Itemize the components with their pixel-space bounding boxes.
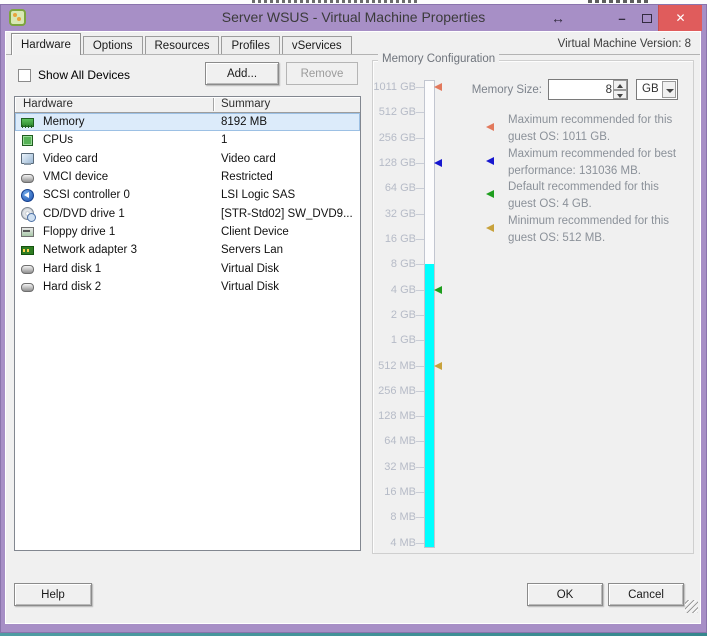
tick-label: 4 MB [390,536,416,549]
memory-note-text: Minimum recommended for this guest OS: 5… [508,215,670,245]
cancel-button[interactable]: Cancel [608,583,684,606]
tick-label: 64 GB [384,182,416,195]
memory-scale-tick-256-gb: 256 GB [368,131,425,145]
spin-up-button[interactable] [613,80,627,90]
memory-note: Maximum recommended for best performance… [486,146,686,180]
memory-scale-tick-16-mb: 16 MB [368,485,425,499]
tick-label: 16 GB [384,232,416,245]
minimize-button[interactable]: – [611,5,633,31]
tick-label: 128 MB [378,410,416,423]
tick-label: 16 MB [384,486,416,499]
memory-scale-tick-2-gb: 2 GB [368,308,425,322]
memory-size-spinner [548,79,628,100]
memory-size-input[interactable] [550,81,612,98]
memory-note-text: Default recommended for this guest OS: 4… [508,181,659,211]
tick-label: 64 MB [384,435,416,448]
memory-note-text: Maximum recommended for this guest OS: 1… [508,114,673,143]
memory-unit-value: GB [642,83,659,95]
memory-bar-fill [425,264,434,547]
memory-unit-select[interactable]: GB [636,79,678,100]
dialog-body: Hardware Options Resources Profiles vSer… [5,31,701,624]
tick-label: 8 GB [390,258,416,271]
memory-scale-tick-1-gb: 1 GB [368,333,425,347]
tick-label: 256 GB [378,131,416,144]
memory-note: Maximum recommended for this guest OS: 1… [486,112,686,146]
tick-label: 2 GB [390,308,416,321]
tick-label: 1011 GB [373,81,416,93]
chevron-down-icon[interactable] [662,81,676,98]
memory-scale-tick-64-gb: 64 GB [368,181,425,195]
vm-properties-dialog: Server WSUS - Virtual Machine Properties… [0,4,707,633]
memory-scale-tick-64-mb: 64 MB [368,434,425,448]
spin-down-button[interactable] [613,89,627,99]
memory-scale-tick-128-gb: 128 GB [368,156,425,170]
memory-marker-maximum-guest-os [434,83,442,91]
tick-label: 256 MB [378,384,416,397]
memory-scale-tick-4-mb: 4 MB [368,536,425,550]
tab-hardware[interactable]: Hardware [11,33,81,55]
memory-scale-tick-256-mb: 256 MB [368,384,425,398]
tick-label: 512 MB [378,359,416,372]
screen: Server WSUS - Virtual Machine Properties… [0,0,707,636]
memory-note-text: Maximum recommended for best performance… [508,147,677,177]
help-button[interactable]: Help [14,583,92,606]
close-button[interactable]: ✕ [658,5,702,31]
tab-label: Hardware [21,38,71,51]
tick-label: 8 MB [390,511,416,524]
window-title: Server WSUS - Virtual Machine Properties [221,9,486,25]
memory-scale-tick-512-gb: 512 GB [368,105,425,119]
memory-slider-track [424,80,435,548]
memory-scale-tick-16-gb: 16 GB [368,232,425,246]
memory-scale-tick-128-mb: 128 MB [368,409,425,423]
memory-scale-tick-8-mb: 8 MB [368,510,425,524]
tick-label: 32 MB [384,460,416,473]
maximize-icon [642,13,652,23]
tick-label: 1 GB [390,334,416,347]
vsphere-app-icon [9,9,26,26]
memory-scale-tick-32-mb: 32 MB [368,460,425,474]
tick-label: 128 GB [378,156,416,169]
memory-note: Default recommended for this guest OS: 4… [486,179,686,213]
memory-scale-tick-4-gb: 4 GB [368,283,425,297]
tick-label: 512 GB [378,106,416,119]
tick-label: 4 GB [390,283,416,296]
titlebar: Server WSUS - Virtual Machine Properties… [1,5,706,31]
memory-note: Minimum recommended for this guest OS: 5… [486,213,686,247]
memory-marker-maximum-performance [434,158,442,167]
memory-scale-tick-32-gb: 32 GB [368,207,425,221]
resize-icon[interactable]: ↔ [547,5,569,31]
tick-label: 32 GB [384,207,416,220]
memory-marker-default-guest-os [434,285,442,294]
spin-buttons [613,80,627,99]
ok-button[interactable]: OK [527,583,603,606]
memory-marker-minimum-guest-os [434,361,442,370]
memory-scale-tick-1011-gb: 1011 GB [368,80,425,94]
resize-grip[interactable] [685,600,698,613]
memory-scale-tick-512-mb: 512 MB [368,359,425,373]
maximize-button[interactable] [636,5,658,31]
memory-size-label: Memory Size: [471,84,542,96]
memory-scale-tick-8-gb: 8 GB [368,257,425,271]
